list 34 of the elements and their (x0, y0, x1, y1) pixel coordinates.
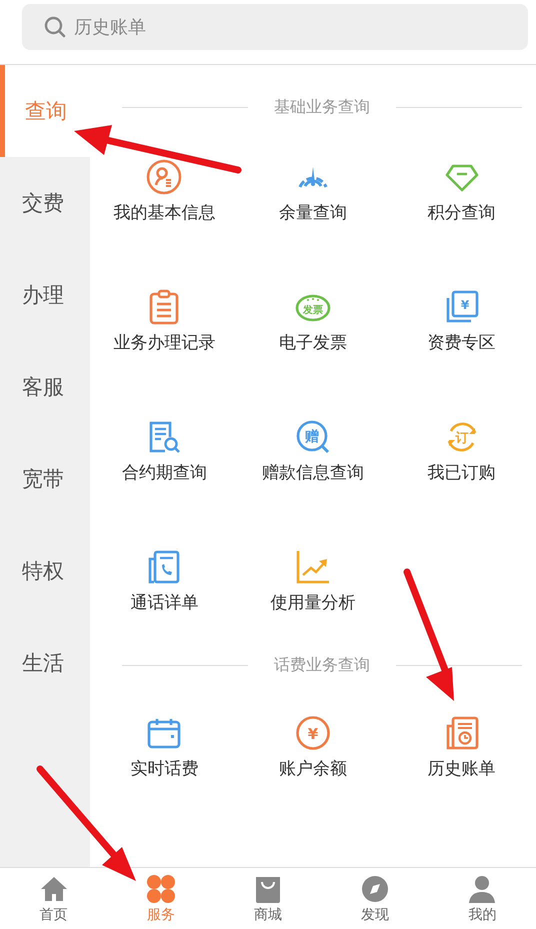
nav-tab[interactable]: 首页 (0, 868, 108, 929)
service-label[interactable]: 业务办理记录 (113, 331, 216, 354)
service-label[interactable]: 通话详单 (130, 591, 198, 614)
person-icon[interactable] (146, 159, 182, 195)
section-title: 基础业务查询 (274, 96, 370, 118)
service-label[interactable]: 使用量分析 (270, 591, 356, 614)
phone-document-icon[interactable] (146, 549, 182, 585)
service-label[interactable]: 实时话费 (130, 757, 198, 780)
sidebar-tab[interactable]: 办理 (0, 249, 90, 341)
clover-icon (146, 874, 176, 904)
section-title: 话费业务查询 (274, 654, 370, 676)
service-label[interactable]: 历史账单 (428, 757, 496, 780)
service-label[interactable]: 合约期查询 (122, 461, 207, 484)
sidebar-tab[interactable]: 生活 (0, 617, 90, 709)
search-field[interactable]: 历史账单 (22, 4, 528, 50)
service-label[interactable]: 我已订购 (428, 461, 496, 484)
user-icon (467, 874, 498, 904)
service-label[interactable]: 电子发票 (278, 331, 347, 354)
nav-tab[interactable]: 发现 (322, 868, 429, 929)
service-label[interactable]: 余量查询 (278, 201, 347, 224)
service-label[interactable]: 积分查询 (428, 201, 496, 224)
service-label[interactable]: 资费专区 (428, 331, 496, 354)
document-clock-icon[interactable] (444, 715, 480, 751)
sidebar-tab[interactable]: 宽带 (0, 433, 90, 525)
nav-tab[interactable]: 我的 (428, 868, 536, 929)
compass-icon (360, 874, 390, 904)
service-label[interactable]: 我的基本信息 (113, 201, 216, 224)
sidebar-tab[interactable]: 特权 (0, 525, 90, 617)
service-label[interactable]: 赠款信息查询 (262, 461, 364, 484)
nav-tab[interactable]: 商城 (214, 868, 322, 929)
sidebar-tab[interactable]: 客服 (0, 341, 90, 433)
service-label[interactable]: 账户余额 (278, 757, 347, 780)
line-chart-icon[interactable] (294, 549, 331, 585)
sidebar-tab[interactable]: 交费 (0, 157, 90, 249)
